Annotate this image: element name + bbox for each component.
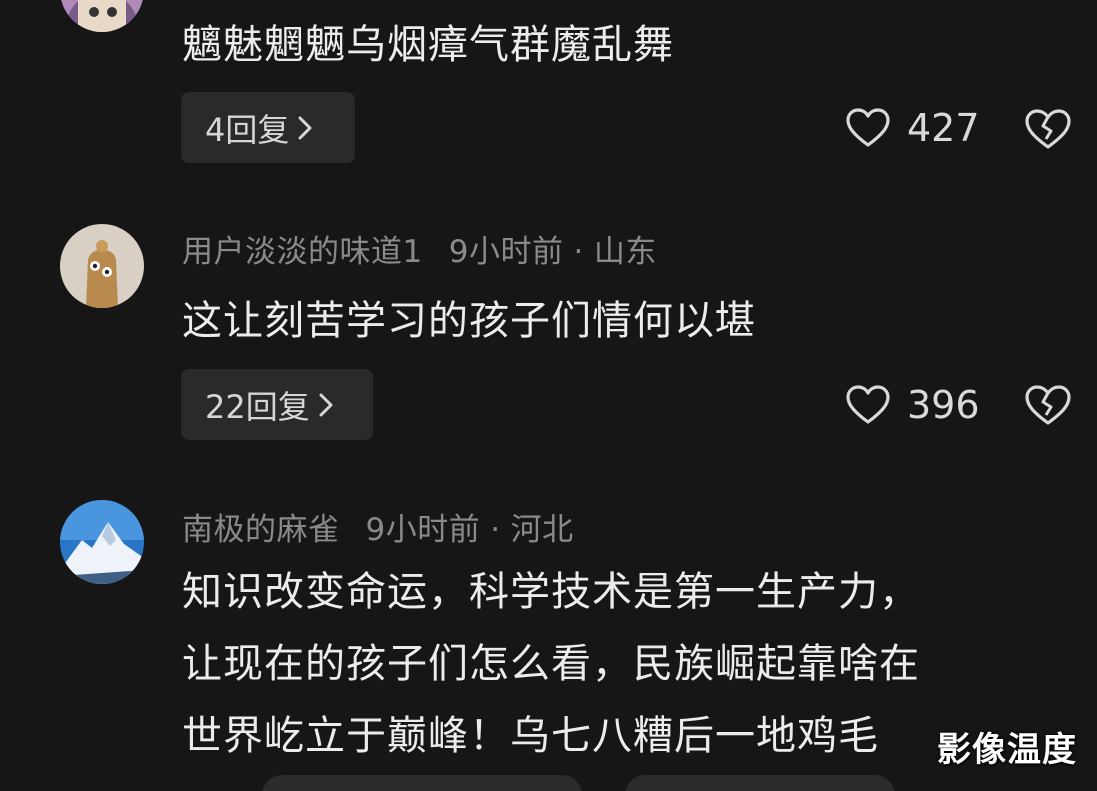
like-count: 396 bbox=[907, 383, 980, 427]
comment-text: 魑魅魍魉乌烟瘴气群魔乱舞 bbox=[182, 22, 674, 68]
reply-count: 4回复 bbox=[205, 110, 290, 149]
comment-text: 这让刻苦学习的孩子们情何以堪 bbox=[182, 298, 756, 344]
chevron-right-icon bbox=[318, 392, 334, 418]
reply-button[interactable]: 4回复 bbox=[181, 92, 355, 163]
timestamp: 9小时前 bbox=[365, 512, 481, 548]
location: 山东 bbox=[593, 234, 657, 270]
avatar[interactable] bbox=[60, 224, 144, 308]
meta-separator: · bbox=[573, 234, 584, 270]
like-button[interactable]: 427 bbox=[845, 106, 980, 150]
reply-preview-pill[interactable] bbox=[262, 775, 582, 791]
username[interactable]: 用户淡淡的味道1 bbox=[182, 234, 423, 270]
like-button[interactable]: 396 bbox=[845, 383, 980, 427]
reply-preview-pill[interactable] bbox=[625, 775, 895, 791]
broken-heart-icon[interactable] bbox=[1024, 108, 1072, 150]
reply-button[interactable]: 22回复 bbox=[181, 369, 373, 440]
broken-heart-icon[interactable] bbox=[1024, 384, 1072, 426]
location: 河北 bbox=[510, 512, 574, 548]
avatar[interactable] bbox=[60, 0, 144, 32]
comment-text-line: 让现在的孩子们怎么看，民族崛起靠啥在 bbox=[182, 641, 920, 687]
reply-count: 22回复 bbox=[205, 387, 310, 426]
comment-meta: 南极的麻雀 9小时前 · 河北 bbox=[182, 504, 574, 549]
chevron-right-icon bbox=[297, 115, 313, 141]
avatar[interactable] bbox=[60, 500, 144, 584]
username[interactable]: 南极的麻雀 bbox=[182, 512, 340, 548]
heart-outline-icon bbox=[846, 385, 890, 424]
comment-feed: 魑魅魍魉乌烟瘴气群魔乱舞 4回复 427 用户淡淡的味道1 9小时前 · 山东 这让刻… bbox=[0, 0, 1097, 791]
watermark: 影像温度 bbox=[937, 730, 1077, 770]
comment-text-line: 知识改变命运，科学技术是第一生产力， bbox=[182, 569, 920, 615]
heart-outline-icon bbox=[846, 108, 890, 147]
meta-separator: · bbox=[490, 512, 501, 548]
like-count: 427 bbox=[907, 106, 980, 150]
timestamp: 9小时前 bbox=[448, 234, 564, 270]
comment-meta: 用户淡淡的味道1 9小时前 · 山东 bbox=[182, 226, 657, 271]
